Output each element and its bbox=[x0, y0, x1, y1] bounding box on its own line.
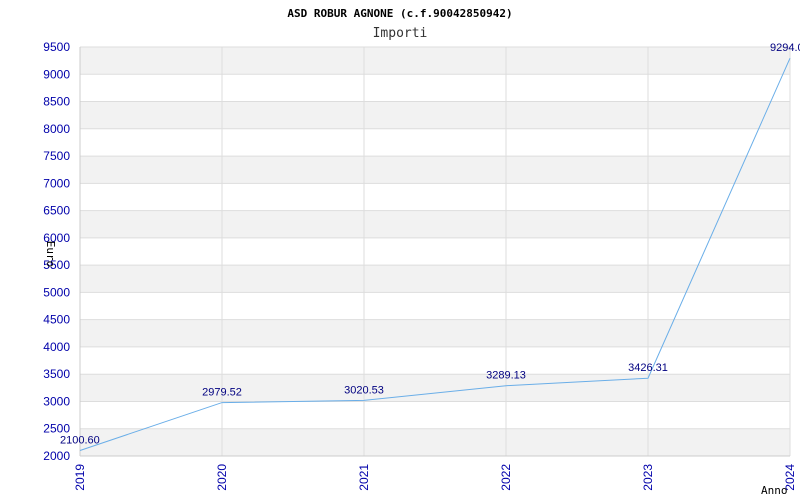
plot-bands bbox=[80, 47, 790, 456]
plot-band bbox=[80, 101, 790, 129]
y-tick-label: 9000 bbox=[43, 67, 70, 81]
data-label: 9294.0 bbox=[770, 42, 800, 54]
data-label: 3426.31 bbox=[628, 362, 668, 374]
y-tick-label: 2000 bbox=[43, 449, 70, 463]
x-tick-label: 2022 bbox=[499, 464, 513, 491]
plot-band bbox=[80, 374, 790, 402]
y-tick-label: 4500 bbox=[43, 313, 70, 327]
y-tick-label: 5000 bbox=[43, 285, 70, 299]
x-tick-labels: 2019 2020 2021 2022 2023 2024 bbox=[73, 464, 797, 491]
plot-band bbox=[80, 156, 790, 184]
y-tick-label: 3000 bbox=[43, 394, 70, 408]
y-tick-label: 9500 bbox=[43, 40, 70, 54]
data-label: 3289.13 bbox=[486, 370, 526, 382]
x-tick-label: 2021 bbox=[357, 464, 371, 491]
y-tick-label: 8500 bbox=[43, 95, 70, 109]
chart-title: ASD ROBUR AGNONE (c.f.90042850942) bbox=[287, 7, 512, 20]
y-tick-label: 6500 bbox=[43, 204, 70, 218]
y-tick-label: 7000 bbox=[43, 176, 70, 190]
data-label: 2979.52 bbox=[202, 387, 242, 399]
data-label: 2100.60 bbox=[60, 435, 100, 447]
plot-band bbox=[80, 265, 790, 293]
y-tick-label: 4000 bbox=[43, 340, 70, 354]
x-tick-label: 2019 bbox=[73, 464, 87, 491]
y-tick-label: 8000 bbox=[43, 122, 70, 136]
line-chart: ASD ROBUR AGNONE (c.f.90042850942) Impor… bbox=[43, 7, 800, 497]
y-axis-title: Euro bbox=[44, 241, 57, 268]
plot-band bbox=[80, 210, 790, 238]
x-tick-label: 2023 bbox=[641, 464, 655, 491]
data-label: 3020.53 bbox=[344, 384, 384, 396]
chart-subtitle: Importi bbox=[373, 26, 428, 41]
y-tick-label: 3500 bbox=[43, 367, 70, 381]
x-axis-title: Anno bbox=[761, 484, 788, 497]
plot-band bbox=[80, 47, 790, 75]
plot-band bbox=[80, 319, 790, 347]
y-tick-label: 7500 bbox=[43, 149, 70, 163]
x-tick-label: 2020 bbox=[215, 464, 229, 491]
plot-band bbox=[80, 428, 790, 456]
